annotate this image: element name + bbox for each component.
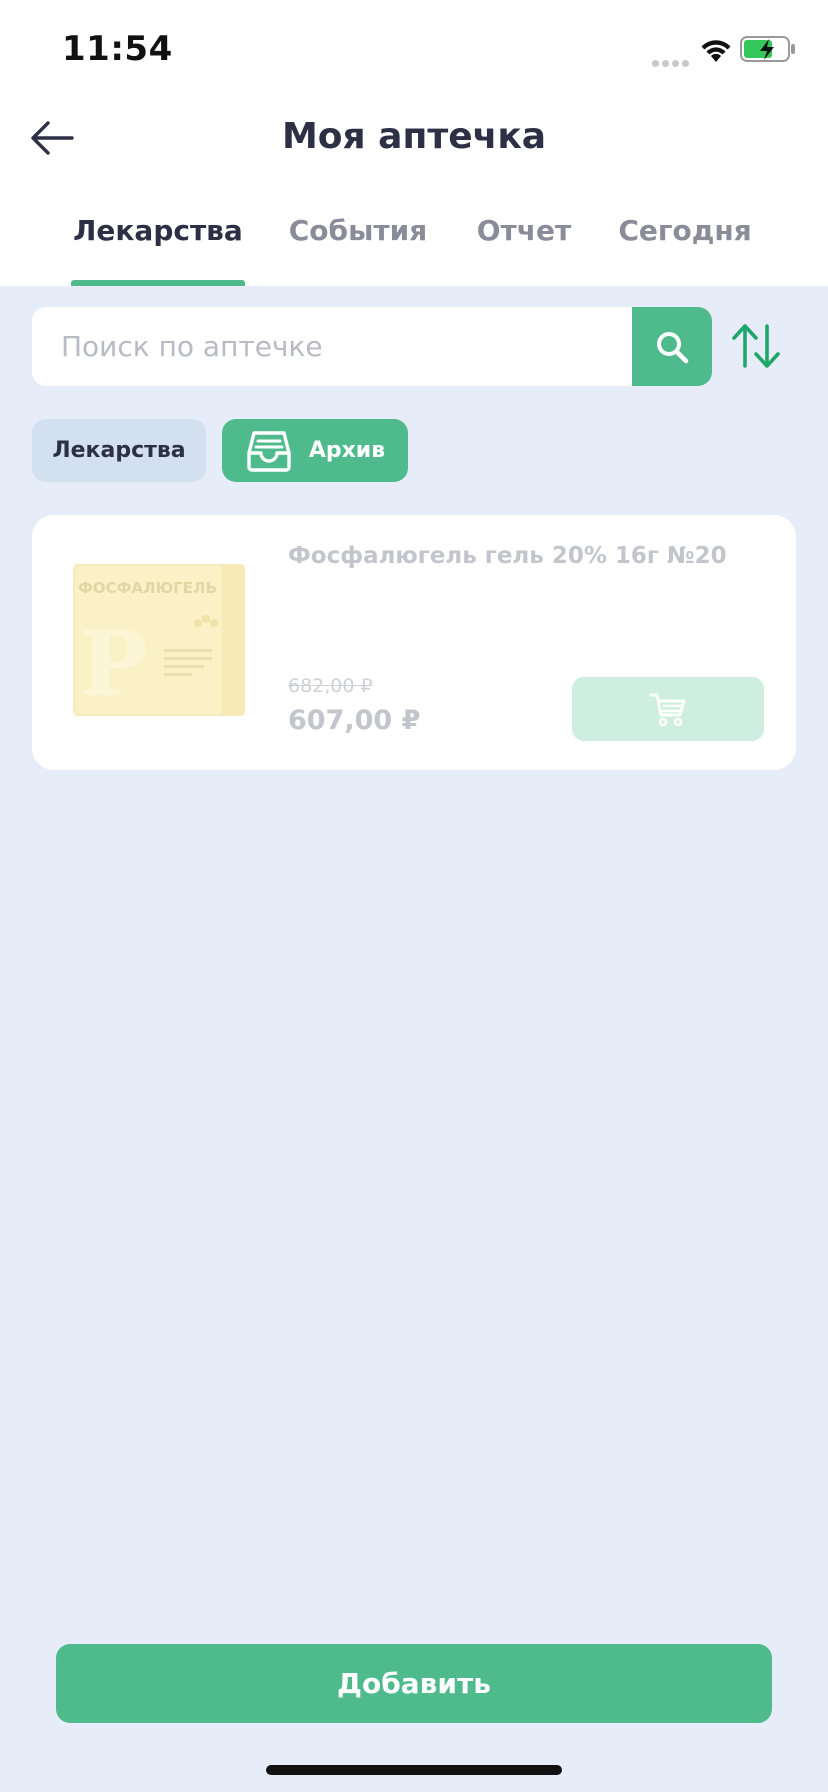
top-panel: 11:54 Моя аптечка Лекарства События Отче… xyxy=(0,0,828,286)
archive-tray-icon xyxy=(245,429,293,473)
tab-report[interactable]: Отчет xyxy=(470,214,578,286)
page-title: Моя аптечка xyxy=(281,116,547,157)
cart-icon xyxy=(649,693,686,727)
sort-button[interactable] xyxy=(728,318,784,374)
filter-archive-chip[interactable]: Архив xyxy=(222,419,408,482)
search-icon xyxy=(657,331,689,363)
screen: 11:54 Моя аптечка Лекарства События Отче… xyxy=(0,0,828,1792)
active-tab-indicator xyxy=(71,280,245,286)
tab-medicines[interactable]: Лекарства xyxy=(71,214,245,286)
add-to-cart-button[interactable] xyxy=(572,677,764,741)
home-indicator xyxy=(266,1765,562,1775)
search-box xyxy=(32,307,712,386)
status-bar: 11:54 xyxy=(0,0,828,100)
nav-bar: Моя аптечка xyxy=(0,100,828,180)
search-button[interactable] xyxy=(632,307,712,386)
product-card[interactable]: ФОСФАЛЮГЕЛЬ P Фосфалюгель гель 20% 16г №… xyxy=(32,515,796,770)
filter-medicines-chip[interactable]: Лекарства xyxy=(32,419,206,482)
tab-bar: Лекарства События Отчет Сегодня xyxy=(0,200,828,286)
filter-medicines-label: Лекарства xyxy=(52,438,186,463)
battery-charging-icon xyxy=(740,36,795,62)
product-price: 607,00 ₽ xyxy=(288,705,421,736)
tab-events[interactable]: События xyxy=(286,214,430,286)
product-old-price: 682,00 ₽ xyxy=(288,675,373,697)
search-input[interactable] xyxy=(32,307,632,386)
product-name: Фосфалюгель гель 20% 16г №20 xyxy=(288,543,727,569)
sort-arrows-icon xyxy=(732,324,780,368)
svg-text:P: P xyxy=(80,611,148,717)
wifi-icon xyxy=(701,40,731,62)
product-image-brand: ФОСФАЛЮГЕЛЬ xyxy=(78,579,217,597)
product-image: ФОСФАЛЮГЕЛЬ P xyxy=(73,564,245,717)
add-button[interactable]: Добавить xyxy=(56,1644,772,1723)
cellular-signal-icon xyxy=(652,52,692,71)
tab-today[interactable]: Сегодня xyxy=(616,214,754,286)
status-time: 11:54 xyxy=(62,29,173,69)
filter-archive-label: Архив xyxy=(308,438,386,463)
